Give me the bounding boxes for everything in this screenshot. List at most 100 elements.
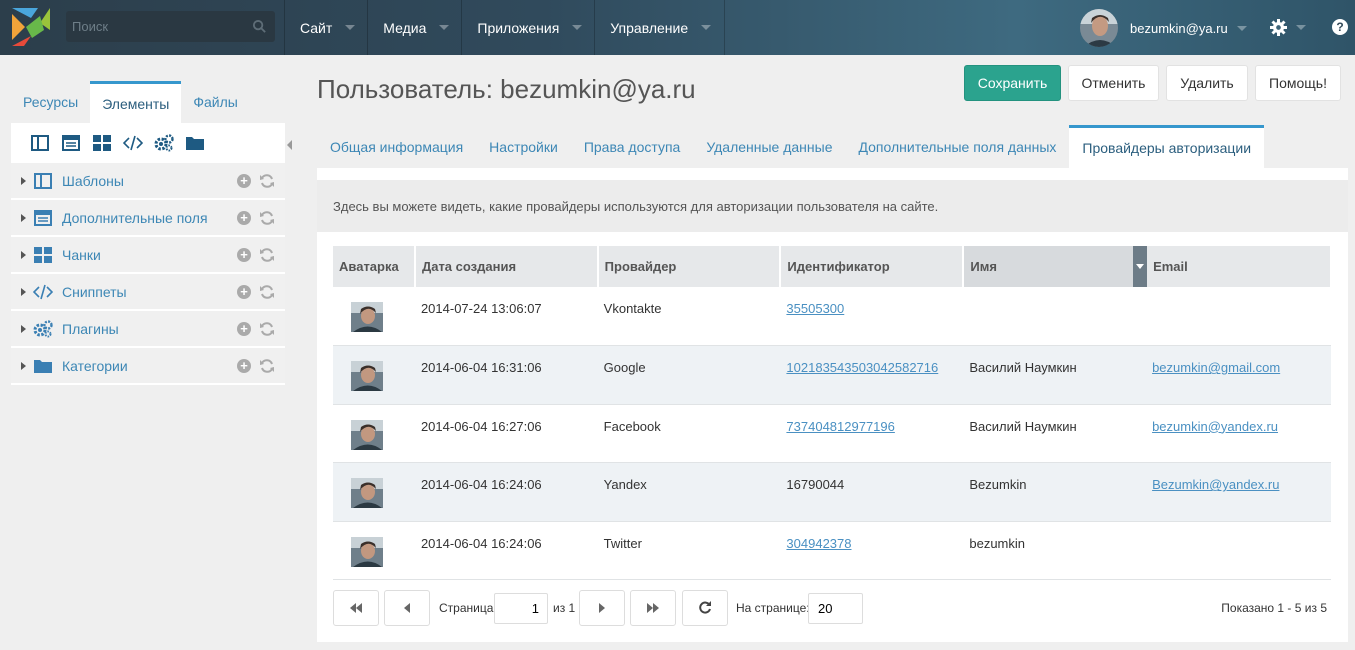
prev-page-button[interactable] — [384, 590, 430, 626]
add-icon[interactable]: + — [237, 211, 251, 225]
chevron-down-icon[interactable] — [1296, 25, 1306, 30]
menu-media-label: Медиа — [383, 19, 427, 36]
refresh-icon[interactable] — [259, 210, 275, 226]
add-icon[interactable]: + — [237, 322, 251, 336]
table-row[interactable]: 2014-06-04 16:24:06 Yandex 16790044 Bezumki… — [333, 462, 1331, 522]
page-number-input[interactable] — [494, 593, 548, 624]
tab-elements[interactable]: Элементы — [90, 81, 182, 123]
per-page-input[interactable] — [808, 593, 863, 624]
help-icon[interactable]: ? — [1332, 19, 1348, 35]
refresh-button[interactable] — [682, 590, 728, 626]
identifier-link[interactable]: 304942378 — [786, 536, 851, 551]
user-tabs: Общая информация Настройки Права доступа… — [317, 125, 1265, 168]
chevron-down-icon — [1236, 25, 1247, 31]
menu-media[interactable]: Медиа — [367, 0, 461, 55]
table-row[interactable]: 2014-06-04 16:27:06 Facebook 7374048129771… — [333, 404, 1331, 464]
tree-item-categories[interactable]: Категории + — [11, 348, 285, 385]
cell-provider: Vkontakte — [597, 287, 781, 347]
last-page-button[interactable] — [630, 590, 676, 626]
expand-arrow-icon[interactable] — [21, 213, 26, 222]
tab-access[interactable]: Права доступа — [571, 125, 693, 168]
col-provider[interactable]: Провайдер — [597, 246, 782, 287]
save-button[interactable]: Сохранить — [964, 65, 1061, 101]
tv-icon[interactable] — [60, 132, 82, 154]
first-page-icon — [350, 603, 362, 613]
next-page-button[interactable] — [579, 590, 625, 626]
menu-apps[interactable]: Приложения — [461, 0, 594, 55]
plugin-icon — [33, 319, 53, 338]
tree-item-templates[interactable]: Шаблоны + — [11, 163, 285, 200]
tab-resources[interactable]: Ресурсы — [11, 81, 90, 123]
col-name[interactable]: Имя — [963, 246, 1148, 287]
table-row[interactable]: 2014-06-04 16:31:06 Google 102183543503042… — [333, 345, 1331, 405]
tree-toolbar — [11, 123, 285, 163]
help-button[interactable]: Помощь! — [1255, 65, 1341, 101]
tree-item-tvs[interactable]: Дополнительные поля + — [11, 200, 285, 237]
last-page-icon — [647, 603, 659, 613]
table-row[interactable]: 2014-07-24 13:06:07 Vkontakte 35505300 — [333, 287, 1331, 347]
snippet-icon[interactable] — [122, 132, 144, 154]
collapse-sidebar-icon[interactable] — [287, 140, 292, 150]
col-email[interactable]: Email — [1146, 246, 1332, 287]
expand-arrow-icon[interactable] — [21, 361, 26, 370]
refresh-icon[interactable] — [259, 173, 275, 189]
col-avatar[interactable]: Аватарка — [333, 246, 416, 287]
cell-name: Bezumkin — [963, 462, 1147, 522]
refresh-icon[interactable] — [259, 358, 275, 374]
col-created[interactable]: Дата создания — [414, 246, 599, 287]
user-menu[interactable]: bezumkin@ya.ru — [1080, 8, 1247, 48]
top-navbar: Сайт Медиа Приложения Управление bezumki… — [0, 0, 1355, 55]
menu-manage[interactable]: Управление — [594, 0, 726, 55]
expand-arrow-icon[interactable] — [21, 324, 26, 333]
tab-extended-fields[interactable]: Дополнительные поля данных — [846, 125, 1070, 168]
menu-site[interactable]: Сайт — [284, 0, 367, 55]
cell-email — [1146, 521, 1331, 581]
folder-icon[interactable] — [184, 132, 206, 154]
chunk-icon[interactable] — [91, 132, 113, 154]
add-icon[interactable]: + — [237, 174, 251, 188]
tree-item-snippets[interactable]: Сниппеты + — [11, 274, 285, 311]
tree-item-label: Категории — [62, 357, 128, 374]
table-row[interactable]: 2014-06-04 16:24:06 Twitter 304942378 bezum… — [333, 521, 1331, 581]
search-box[interactable] — [66, 11, 275, 42]
refresh-icon[interactable] — [259, 284, 275, 300]
chevron-down-icon — [572, 25, 583, 30]
template-icon[interactable] — [29, 132, 51, 154]
identifier-link[interactable]: 35505300 — [786, 301, 844, 316]
delete-button[interactable]: Удалить — [1166, 65, 1248, 101]
cell-email: bezumkin@gmail.com — [1146, 345, 1331, 405]
col-identifier[interactable]: Идентификатор — [780, 246, 965, 287]
tab-files[interactable]: Файлы — [181, 81, 249, 123]
tab-remote-data[interactable]: Удаленные данные — [693, 125, 845, 168]
add-icon[interactable]: + — [237, 359, 251, 373]
tree-item-plugins[interactable]: Плагины + — [11, 311, 285, 348]
tab-settings[interactable]: Настройки — [476, 125, 571, 168]
tab-auth-providers[interactable]: Провайдеры авторизации — [1069, 125, 1265, 168]
refresh-icon[interactable] — [259, 321, 275, 337]
refresh-icon[interactable] — [259, 247, 275, 263]
add-icon[interactable]: + — [237, 285, 251, 299]
first-page-button[interactable] — [333, 590, 379, 626]
tree-item-chunks[interactable]: Чанки + — [11, 237, 285, 274]
category-icon — [33, 357, 53, 375]
search-icon[interactable] — [252, 19, 267, 34]
modx-logo[interactable] — [12, 8, 50, 46]
expand-arrow-icon[interactable] — [21, 250, 26, 259]
refresh-icon — [699, 601, 711, 614]
search-input[interactable] — [66, 11, 246, 42]
identifier-link[interactable]: 102183543503042582716 — [786, 360, 938, 375]
cell-name: bezumkin — [963, 521, 1147, 581]
gear-icon[interactable] — [1270, 19, 1287, 36]
identifier-link[interactable]: 737404812977196 — [786, 419, 894, 434]
expand-arrow-icon[interactable] — [21, 287, 26, 296]
column-menu-icon[interactable] — [1133, 246, 1148, 287]
template-icon — [33, 172, 53, 190]
add-icon[interactable]: + — [237, 248, 251, 262]
cancel-button[interactable]: Отменить — [1068, 65, 1159, 101]
email-link[interactable]: bezumkin@gmail.com — [1152, 360, 1280, 375]
email-link[interactable]: bezumkin@yandex.ru — [1152, 419, 1278, 434]
expand-arrow-icon[interactable] — [21, 176, 26, 185]
plugin-icon[interactable] — [153, 132, 175, 154]
email-link[interactable]: Bezumkin@yandex.ru — [1152, 477, 1279, 492]
tab-general[interactable]: Общая информация — [317, 125, 476, 168]
